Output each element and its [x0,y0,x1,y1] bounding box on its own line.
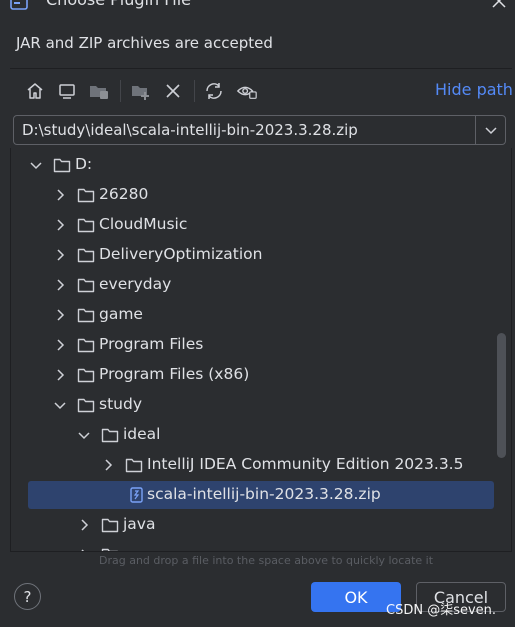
tree-row-label: game [99,305,143,323]
tree-row-label: 26280 [99,185,149,203]
folder-icon [101,428,119,443]
tree-row-label: CloudMusic [99,215,188,233]
tree-row[interactable]: Program Files [11,330,511,360]
tree-row[interactable]: IntelliJ IDEA Community Edition 2023.3.5 [11,450,511,480]
tree-row[interactable]: scala-intellij-bin-2023.3.28.zip [11,480,511,510]
folder-icon [53,158,71,173]
folder-icon [77,308,95,323]
tree-row-label: IntelliJ IDEA Community Edition 2023.3.5 [147,455,464,473]
zip-file-icon [130,487,143,503]
tree-row[interactable]: ideal [11,420,511,450]
tree-row-label: ideal [123,425,161,443]
path-input[interactable]: D:\study\ideal\scala-intellij-bin-2023.3… [22,121,358,139]
folder-icon [77,218,95,233]
folder-icon [125,458,143,473]
home-icon [27,83,43,99]
chevron-down-icon[interactable] [53,398,67,412]
tree-row-label: Program Files [99,335,204,353]
path-history-dropdown[interactable] [475,116,505,144]
tree-row[interactable] [11,540,511,552]
window-title: Choose Plugin File [46,0,191,9]
refresh-icon [206,83,222,99]
app-icon [10,0,28,10]
chevron-right-icon[interactable] [53,188,67,202]
close-icon[interactable] [490,0,508,10]
home-button[interactable] [24,80,46,102]
tree-row-label: D: [75,155,93,173]
chevron-down-icon [484,127,497,135]
chevron-right-icon[interactable] [53,338,67,352]
folder-icon [101,518,119,533]
tree-row[interactable]: 26280 [11,180,511,210]
tree-row[interactable]: D: [11,150,511,180]
chevron-right-icon[interactable] [101,458,115,472]
new-folder-icon [132,86,149,100]
path-field[interactable]: D:\study\ideal\scala-intellij-bin-2023.3… [13,115,506,145]
scrollbar-thumb[interactable] [497,333,506,458]
show-hidden-icon [236,86,257,99]
chevron-right-icon[interactable] [53,218,67,232]
show-hidden-button[interactable] [236,80,258,102]
tree-row[interactable]: DeliveryOptimization [11,240,511,270]
tree-row[interactable]: Program Files (x86) [11,360,511,390]
folder-icon [77,278,95,293]
tree-row[interactable]: game [11,300,511,330]
title-bar: Choose Plugin File [0,0,515,14]
drag-drop-hint: Drag and drop a file into the space abov… [99,554,434,567]
folder-icon [77,248,95,263]
chevron-right-icon[interactable] [53,278,67,292]
folder-icon [77,398,95,413]
refresh-button[interactable] [203,80,225,102]
chevron-right-icon[interactable] [77,518,91,532]
tree-row-label: scala-intellij-bin-2023.3.28.zip [147,485,381,503]
tree-row[interactable]: everyday [11,270,511,300]
chevron-right-icon[interactable] [53,368,67,382]
delete-button[interactable] [162,80,184,102]
tree-row[interactable]: study [11,390,511,420]
desktop-icon [59,84,75,99]
folder-icon [77,368,95,383]
hide-path-link[interactable]: Hide path [435,80,513,99]
delete-icon [166,84,180,98]
tree-row[interactable]: CloudMusic [11,210,511,240]
tree-row-label: study [99,395,142,413]
chevron-right-icon[interactable] [53,308,67,322]
tree-row-label: everyday [99,275,172,293]
help-button[interactable]: ? [14,583,41,610]
folder-icon [101,548,118,551]
project-folder-icon [90,86,108,99]
folder-icon [77,188,95,203]
chevron-down-icon[interactable] [77,428,91,442]
chevron-right-icon[interactable] [53,248,67,262]
project-folder-button[interactable] [88,80,110,102]
chevron-right-icon[interactable] [77,548,91,552]
watermark: CSDN @柒seven. [386,603,497,618]
tree-row-label: java [123,515,156,533]
desktop-button[interactable] [56,80,78,102]
file-tree[interactable]: D: 26280 CloudMusic DeliveryOptimization eve… [10,148,512,552]
folder-icon [77,338,95,353]
dialog-description: JAR and ZIP archives are accepted [16,34,273,52]
new-folder-button[interactable] [130,80,152,102]
tree-row[interactable]: java [11,510,511,540]
tree-row-label: DeliveryOptimization [99,245,263,263]
tree-row-label: Program Files (x86) [99,365,250,383]
chevron-down-icon[interactable] [29,158,43,172]
